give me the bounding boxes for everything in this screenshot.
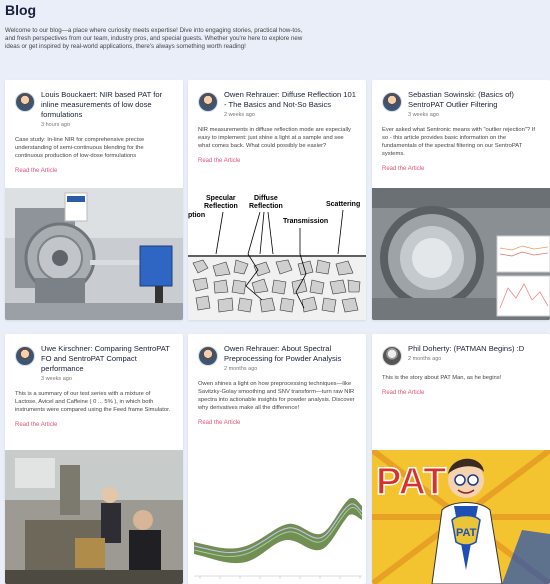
card-excerpt: This is a summary of our test series wit…	[15, 391, 171, 413]
card-date: 3 weeks ago	[41, 376, 72, 382]
card-image-sensor-window	[372, 188, 550, 320]
card-title[interactable]: Phil Doherty: (PATMAN Begins) :D	[408, 344, 524, 354]
author-avatar	[198, 346, 218, 366]
comic-badge-text: PAT	[456, 527, 477, 539]
read-article-link[interactable]: Read the Article	[372, 166, 550, 172]
card-image-patman-comic: PAT PAT	[372, 450, 550, 584]
card-title[interactable]: Owen Rehrauer: Diffuse Reflection 101 - …	[224, 90, 358, 110]
card-image-spectra-chart	[188, 450, 366, 584]
read-article-link[interactable]: Read the Article	[5, 168, 183, 174]
card-title[interactable]: Uwe Kirschner: Comparing SentroPAT FO an…	[41, 344, 175, 374]
page-title: Blog	[5, 2, 37, 18]
card-image-reflection-diagram: ption Specular Reflection Diffuse Reflec…	[188, 188, 366, 320]
card-title[interactable]: Owen Rehrauer: About Spectral Preprocess…	[224, 344, 358, 364]
author-avatar	[15, 92, 35, 112]
card-date: 2 months ago	[408, 356, 442, 362]
read-article-link[interactable]: Read the Article	[5, 422, 183, 428]
blog-card[interactable]: Owen Rehrauer: Diffuse Reflection 101 - …	[188, 80, 366, 320]
card-excerpt: This is the story about PAT Man, as he b…	[382, 375, 502, 381]
author-avatar	[15, 346, 35, 366]
blog-card[interactable]: Louis Bouckaert: NIR based PAT for inlin…	[5, 80, 183, 320]
blog-card[interactable]: Phil Doherty: (PATMAN Begins) :D 2 month…	[372, 334, 550, 584]
diagram-label: Reflection	[204, 203, 238, 210]
author-avatar	[382, 92, 402, 112]
blog-card[interactable]: Uwe Kirschner: Comparing SentroPAT FO an…	[5, 334, 183, 584]
diagram-label: Transmission	[283, 218, 328, 225]
blog-card[interactable]: Owen Rehrauer: About Spectral Preprocess…	[188, 334, 366, 584]
read-article-link[interactable]: Read the Article	[188, 420, 366, 426]
card-image-nir-probe	[5, 188, 183, 320]
diagram-label: Scattering	[326, 201, 360, 208]
comic-title-text: PAT	[376, 461, 446, 503]
card-date: 3 weeks ago	[408, 112, 439, 118]
read-article-link[interactable]: Read the Article	[188, 158, 366, 164]
card-image-lab-photo	[5, 450, 183, 584]
page-intro: Welcome to our blog—a place where curios…	[5, 27, 303, 50]
diagram-label: Specular	[206, 195, 236, 202]
author-avatar	[198, 92, 218, 112]
card-date: 2 months ago	[224, 366, 258, 372]
author-avatar	[382, 346, 402, 366]
diagram-label: Diffuse	[254, 195, 278, 202]
blog-grid: Louis Bouckaert: NIR based PAT for inlin…	[0, 80, 550, 584]
card-excerpt: Ever asked what Sentronic means with "ou…	[382, 127, 535, 157]
card-title[interactable]: Louis Bouckaert: NIR based PAT for inlin…	[41, 90, 175, 120]
diagram-label: ption	[188, 212, 205, 219]
card-excerpt: NIR measurements in diffuse reflection m…	[198, 127, 351, 149]
diagram-label: Reflection	[249, 203, 283, 210]
card-excerpt: Case study: In-line NIR for comprehensiv…	[15, 137, 145, 159]
read-article-link[interactable]: Read the Article	[372, 390, 550, 396]
card-date: 2 weeks ago	[224, 112, 255, 118]
card-excerpt: Owen shines a light on how preprocessing…	[198, 381, 355, 411]
card-title[interactable]: Sebastian Sowinski: (Basics of) SentroPA…	[408, 90, 542, 110]
blog-card[interactable]: Sebastian Sowinski: (Basics of) SentroPA…	[372, 80, 550, 320]
card-date: 3 hours ago	[41, 122, 71, 128]
